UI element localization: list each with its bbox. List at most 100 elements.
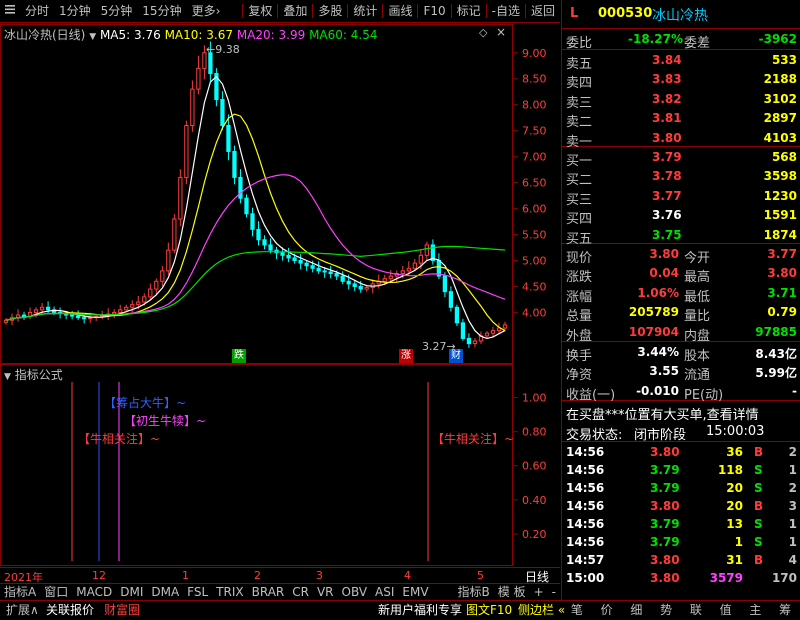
chevron-down-icon[interactable]: ▼: [89, 32, 96, 42]
y-tick-label: 9.00: [522, 47, 547, 60]
btn-restore-rights[interactable]: 复权: [243, 0, 277, 22]
add-window-button[interactable]: +: [530, 584, 548, 600]
indicator-tabs: 指标A 窗口 MACD DMI DMA FSL TRIX BRAR CR VR …: [0, 583, 560, 600]
tick-direction: B: [754, 445, 764, 459]
sidebar-toggle-button[interactable]: 侧边栏 «: [514, 601, 569, 620]
tab-dmi[interactable]: DMI: [116, 584, 147, 600]
candle-body: [322, 270, 327, 273]
kline-chart[interactable]: 9.00 8.50 8.00 7.50 7.00 6.50 6.00 5.50 5.00 4.50…: [0, 24, 560, 364]
tab-indicator-b[interactable]: 指标B: [454, 584, 494, 600]
tab-vr[interactable]: VR: [313, 584, 338, 600]
stat-row: 外盘 107904 内盘 97885: [562, 322, 800, 344]
tick-count: 1: [788, 517, 797, 531]
month-label: 5: [477, 569, 484, 582]
tab-obv[interactable]: OBV: [338, 584, 372, 600]
btn-remove-watchlist[interactable]: -自选: [487, 0, 525, 22]
btn-draw-line[interactable]: 画线: [383, 0, 417, 22]
tab-fsl[interactable]: FSL: [183, 584, 212, 600]
candle-body: [172, 218, 177, 251]
trade-status-row: 交易状态: 闭市阶段 15:00:03: [562, 421, 800, 443]
level-volume: 1591: [763, 208, 797, 223]
tick-time: 14:56: [566, 517, 605, 531]
candle-body: [184, 124, 189, 178]
new-user-welfare-link[interactable]: 新用户福利专享: [374, 601, 466, 620]
tab-price[interactable]: 价: [597, 601, 617, 620]
stat-label: 外盘: [566, 328, 593, 344]
event-marker-up[interactable]: 涨: [399, 349, 413, 363]
level-price: 3.76: [652, 208, 682, 223]
tab-window[interactable]: 窗口: [40, 584, 72, 600]
btn-statistics[interactable]: 统计: [348, 0, 382, 22]
remove-window-button[interactable]: -: [548, 584, 560, 600]
stat-value: 107904: [628, 324, 679, 339]
graphic-f10-button[interactable]: 图文F10: [462, 601, 516, 620]
stat-value: 3.55: [649, 364, 679, 379]
tab-trix[interactable]: TRIX: [212, 584, 247, 600]
tab-trend[interactable]: 势: [656, 601, 676, 620]
stat-value: 205789: [628, 305, 679, 320]
tick-volume: 20: [726, 481, 743, 495]
tab-asi[interactable]: ASI: [371, 584, 398, 600]
tab-dma[interactable]: DMA: [147, 584, 183, 600]
candle-body: [220, 99, 225, 126]
tab-chips[interactable]: 筹: [775, 601, 795, 620]
ma60-line: [5, 245, 506, 321]
tab-main[interactable]: 主: [745, 601, 765, 620]
btn-multi-stock[interactable]: 多股: [313, 0, 347, 22]
close-icon[interactable]: ×: [496, 25, 506, 39]
btn-overlay[interactable]: 叠加: [278, 0, 312, 22]
wealth-circle-button[interactable]: 财富圈: [100, 601, 144, 620]
tab-more[interactable]: 更多›: [187, 0, 226, 22]
tab-5min[interactable]: 5分钟: [96, 0, 138, 22]
tick-direction: B: [754, 553, 764, 567]
expand-button[interactable]: 扩展∧: [2, 601, 43, 620]
tab-15min[interactable]: 15分钟: [137, 0, 186, 22]
month-label: 2: [254, 569, 261, 582]
event-marker-down[interactable]: 跌: [232, 349, 246, 363]
level-volume: 3598: [763, 169, 797, 184]
stat-value: 8.43亿: [755, 347, 797, 361]
fundamental-row: 净资 3.55 流通 5.99亿: [562, 361, 800, 383]
stat-value: 0.79: [767, 305, 797, 320]
tick-volume: 20: [726, 499, 743, 513]
stat-label: PE(动): [684, 387, 724, 403]
tab-indicator-a[interactable]: 指标A: [0, 584, 40, 600]
y-tick-label: 7.00: [522, 151, 547, 164]
candle-body: [292, 257, 297, 262]
btn-back[interactable]: 返回: [526, 0, 560, 22]
tab-macd[interactable]: MACD: [72, 584, 116, 600]
indicator-title[interactable]: 指标公式: [15, 368, 63, 382]
indicator-panel[interactable]: 1.00 0.80 0.60 0.40 0.20 ▼ 指标公式 【筹占大牛】~ 【初生牛…: [0, 364, 560, 566]
tab-cr[interactable]: CR: [288, 584, 313, 600]
weibi-value: -18.27%: [628, 32, 683, 46]
tick-direction: B: [754, 499, 764, 513]
candle-body: [412, 262, 417, 269]
tab-template[interactable]: 模 板: [494, 584, 530, 600]
stock-code: 000530: [598, 6, 653, 21]
btn-f10[interactable]: F10: [418, 0, 450, 22]
low-price-value: 3.27: [422, 340, 447, 353]
related-quote-button[interactable]: 关联报价: [42, 601, 98, 620]
tab-emv[interactable]: EMV: [398, 584, 432, 600]
diamond-icon[interactable]: ◇: [479, 26, 487, 39]
level-price: 3.77: [652, 188, 682, 203]
tab-detail[interactable]: 细: [626, 601, 646, 620]
candle-body: [334, 273, 339, 277]
bottom-bar: 扩展∧ 关联报价 财富圈 新用户福利专享 图文F10 侧边栏 « 笔 价 细 势…: [0, 600, 800, 620]
ma5-line: [5, 75, 506, 340]
candle-body: [400, 270, 405, 275]
tab-1min[interactable]: 1分钟: [54, 0, 96, 22]
tab-linked[interactable]: 联: [686, 601, 706, 620]
tab-trades[interactable]: 笔: [567, 601, 587, 620]
btn-mark[interactable]: 标记: [452, 0, 486, 22]
icon-menu[interactable]: [0, 0, 20, 22]
chevron-down-icon[interactable]: ▼: [4, 372, 11, 382]
ma5-label: MA5: 3.76: [99, 28, 161, 42]
event-marker-finance[interactable]: 财: [449, 349, 463, 363]
tab-brar[interactable]: BRAR: [248, 584, 289, 600]
tab-value[interactable]: 值: [716, 601, 736, 620]
time-axis: 2021年 12 1 2 3 4 5 日线: [0, 567, 560, 584]
tab-intraday[interactable]: 分时: [20, 0, 54, 22]
tick-volume: 1: [734, 535, 743, 549]
big-order-notice[interactable]: 在买盘***位置有大买单,查看详情: [562, 401, 800, 423]
